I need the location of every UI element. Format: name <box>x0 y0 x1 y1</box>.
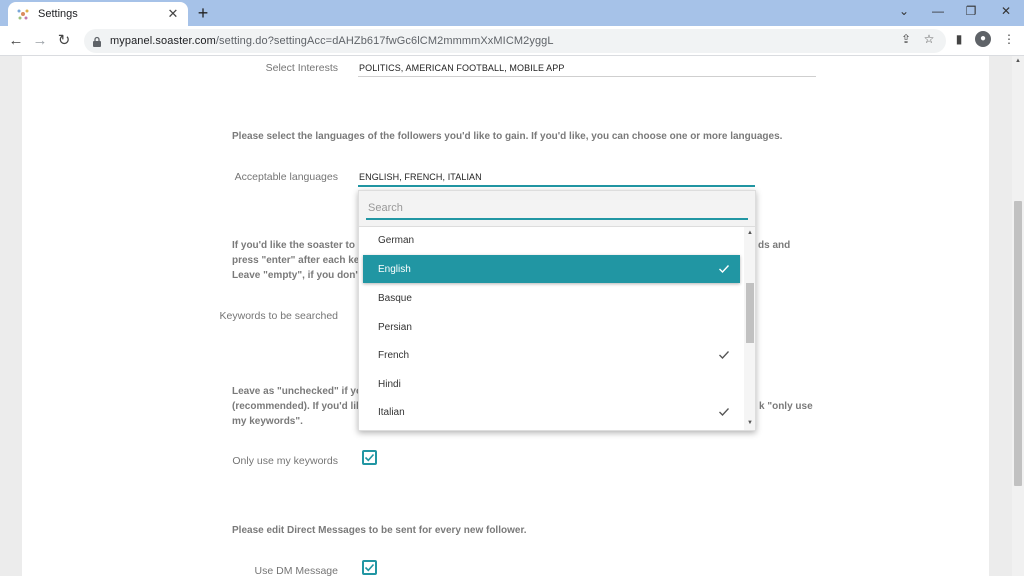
option-basque[interactable]: Basque <box>363 284 740 312</box>
restore-window-icon[interactable]: ❐ <box>963 4 979 18</box>
url-text: mypanel.soaster.com/setting.do?settingAc… <box>110 35 554 47</box>
keywords-para-line1: If you'd like the soaster to u <box>232 240 364 251</box>
lock-icon <box>93 36 101 47</box>
interests-field[interactable]: POLITICS, AMERICAN FOOTBALL, MOBILE APP <box>359 63 564 73</box>
only-keywords-checkbox[interactable] <box>362 450 377 465</box>
dm-label: Use DM Message <box>254 565 338 576</box>
dropdown-scrollbar[interactable]: ▲ ▼ <box>744 227 755 430</box>
option-italian[interactable]: Italian <box>363 398 740 426</box>
site-favicon-icon <box>17 9 29 20</box>
option-label: Persian <box>378 321 412 333</box>
new-tab-button[interactable]: + <box>194 3 212 23</box>
bookmark-star-icon[interactable]: ☆ <box>921 31 937 47</box>
back-arrow-icon[interactable]: ← <box>6 31 26 51</box>
dropdown-search-area <box>359 191 755 227</box>
language-search-input[interactable] <box>366 198 748 220</box>
browser-tab-bar: Settings ✕ + ⌄ — ❐ ✕ <box>0 0 1024 26</box>
page-scroll-thumb[interactable] <box>1014 201 1022 486</box>
reload-icon[interactable]: ↻ <box>54 31 74 51</box>
languages-field[interactable]: ENGLISH, FRENCH, ITALIAN <box>359 172 482 182</box>
checkmark-icon <box>719 265 730 274</box>
unchecked-para-line2-end: k "only use <box>759 401 813 412</box>
tab-search-chevron-icon[interactable]: ⌄ <box>896 4 912 18</box>
keywords-label: Keywords to be searched <box>219 310 338 322</box>
scroll-down-arrow-icon[interactable]: ▼ <box>746 419 754 427</box>
option-label: French <box>378 349 410 361</box>
dropdown-scroll-thumb[interactable] <box>746 283 754 343</box>
only-keywords-label: Only use my keywords <box>232 455 338 467</box>
keywords-para-line1-end: ds and <box>758 240 791 251</box>
checkmark-icon <box>364 453 375 462</box>
option-label: Italian <box>378 406 405 418</box>
keywords-para-line2: press "enter" after each key <box>232 255 365 266</box>
unchecked-para-line3: my keywords". <box>232 416 303 427</box>
option-label: English <box>378 263 411 275</box>
interests-underline <box>358 76 816 77</box>
option-hindi[interactable]: Hindi <box>363 370 740 398</box>
option-persian[interactable]: Persian <box>363 313 740 341</box>
checkmark-icon <box>364 563 375 572</box>
tab-title: Settings <box>38 8 78 20</box>
checkmark-icon <box>719 351 729 359</box>
checkmark-icon <box>719 408 729 416</box>
keywords-para-line3: Leave "empty", if you don't <box>232 270 362 281</box>
option-label: Basque <box>378 292 412 304</box>
dm-intro-text: Please edit Direct Messages to be sent f… <box>232 525 527 536</box>
languages-label: Acceptable languages <box>234 171 338 183</box>
option-label: Hindi <box>378 378 401 390</box>
languages-dropdown: German English Basque Persian French Hin… <box>358 190 756 431</box>
page-scrollbar[interactable]: ▲ <box>1012 56 1024 576</box>
tab-close-icon[interactable]: ✕ <box>166 6 180 22</box>
interests-label: Select Interests <box>265 62 338 74</box>
side-panel-icon[interactable]: ▮ <box>951 31 967 47</box>
unchecked-para-line2: (recommended). If you'd lik <box>232 401 362 412</box>
profile-avatar-icon[interactable]: ● <box>975 31 991 47</box>
language-options-list: German English Basque Persian French Hin… <box>359 227 743 430</box>
close-window-icon[interactable]: ✕ <box>998 4 1014 18</box>
option-german[interactable]: German <box>363 227 740 254</box>
browser-tab[interactable]: Settings ✕ <box>8 2 188 26</box>
languages-underline <box>358 185 755 187</box>
languages-intro-text: Please select the languages of the follo… <box>232 131 783 142</box>
share-icon[interactable]: ⇪ <box>898 31 914 47</box>
browser-toolbar: ← → ↻ mypanel.soaster.com/setting.do?set… <box>0 26 1024 56</box>
scroll-up-arrow-icon[interactable]: ▲ <box>746 229 754 237</box>
minimize-window-icon[interactable]: — <box>930 4 946 18</box>
page-scroll-up-icon[interactable]: ▲ <box>1014 58 1022 64</box>
option-label: German <box>378 234 415 246</box>
address-bar[interactable]: mypanel.soaster.com/setting.do?settingAc… <box>84 29 946 53</box>
more-menu-icon[interactable]: ⋮ <box>1001 31 1017 47</box>
option-english[interactable]: English <box>363 255 740 283</box>
dm-checkbox[interactable] <box>362 560 377 575</box>
unchecked-para-line1: Leave as "unchecked" if yo <box>232 386 363 397</box>
forward-arrow-icon[interactable]: → <box>30 31 50 51</box>
option-french[interactable]: French <box>363 341 740 369</box>
